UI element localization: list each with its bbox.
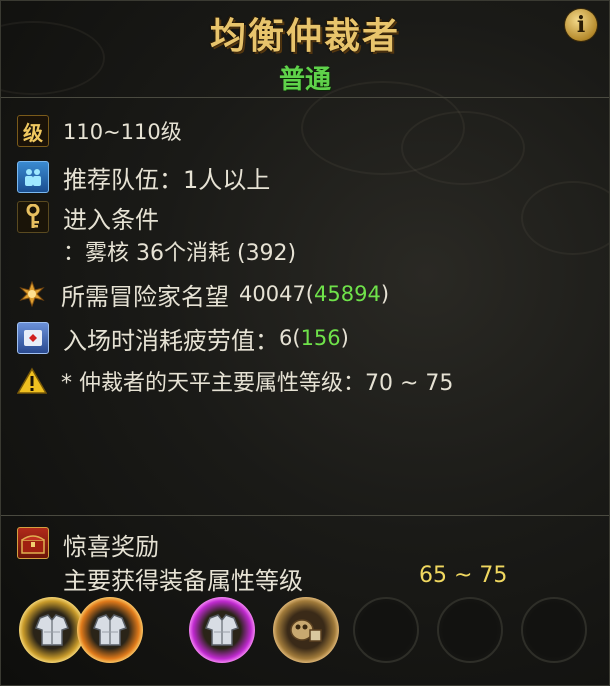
party-icon	[17, 161, 49, 193]
header-divider	[1, 97, 609, 98]
entry-condition-label: 进入条件	[63, 205, 159, 234]
reward-slot-empty	[353, 597, 419, 663]
party-value: ：1人以上	[159, 165, 271, 194]
level-icon: 级	[17, 115, 49, 147]
info-icon[interactable]: i	[565, 9, 597, 41]
fatigue-current: 156	[300, 326, 341, 350]
dungeon-tooltip-panel: 均衡仲裁者 普通 i 级 110~110级 推荐队伍 ：1人以上 进入条件 ：雾…	[0, 0, 610, 686]
material-icon	[290, 619, 322, 642]
fatigue-row: 入场时消耗疲劳值： 6(156)	[17, 322, 349, 355]
fame-label: 所需冒险家名望	[61, 282, 229, 311]
treasure-chest-icon	[17, 527, 49, 559]
background-cloud-decoration	[521, 181, 609, 255]
fatigue-label: 入场时消耗疲劳值：	[63, 326, 279, 355]
armor-icon	[205, 614, 239, 646]
attribute-level-text: * 仲裁者的天平主要属性等级：70 ~ 75	[61, 371, 454, 396]
fatigue-cost: 6(	[279, 326, 301, 350]
party-label: 推荐队伍	[63, 165, 159, 194]
party-row: 推荐队伍 ：1人以上	[17, 161, 271, 194]
fame-current: 45894	[314, 282, 381, 306]
entry-condition-detail: ：雾核 36个消耗 (392)	[63, 241, 297, 266]
reward-slot-empty	[521, 597, 587, 663]
entry-condition-detail-row: ：雾核 36个消耗 (392)	[63, 235, 296, 267]
tooltip-header: 均衡仲裁者 普通 i	[1, 1, 609, 96]
dungeon-title: 均衡仲裁者	[209, 15, 400, 57]
fame-icon	[17, 279, 47, 309]
reward-slot-2[interactable]	[77, 597, 143, 663]
warning-icon	[17, 366, 47, 396]
reward-title: 惊喜奖励	[63, 533, 159, 561]
armor-icon	[93, 614, 127, 646]
reward-divider	[1, 515, 609, 516]
fatigue-close: )	[340, 326, 349, 350]
level-row: 级 110~110级	[17, 115, 182, 147]
difficulty-label: 普通	[278, 65, 331, 95]
armor-icon	[35, 614, 69, 646]
fame-close: )	[380, 282, 390, 306]
reward-slot-4[interactable]	[273, 597, 339, 663]
fame-required: 40047(	[239, 282, 314, 306]
reward-description: 主要获得装备属性等级	[63, 567, 303, 595]
entry-condition-row: 进入条件	[17, 201, 159, 234]
reward-slot-empty	[437, 597, 503, 663]
reward-slot-1[interactable]	[19, 597, 85, 663]
fatigue-icon	[17, 322, 49, 354]
fame-row: 所需冒险家名望 40047(45894)	[17, 278, 390, 311]
reward-level-range: 65 ~ 75	[419, 563, 508, 588]
background-cloud-decoration	[401, 111, 525, 185]
attribute-warning-row: * 仲裁者的天平主要属性等级：70 ~ 75	[17, 365, 453, 397]
key-icon	[17, 201, 49, 233]
reward-slot-3[interactable]	[189, 597, 255, 663]
level-range: 110~110级	[63, 120, 182, 144]
